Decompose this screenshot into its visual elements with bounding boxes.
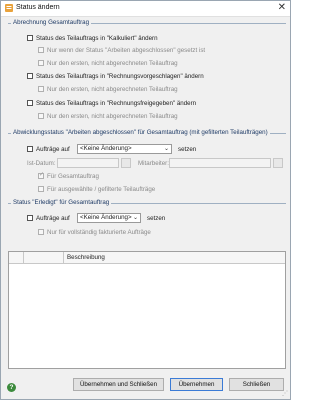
- checkbox-fuer-gesamtauftrag-label: Für Gesamtauftrag: [47, 173, 99, 180]
- setzen-label-2: setzen: [147, 215, 166, 222]
- checkbox-kalkuliert-box[interactable]: [27, 34, 33, 41]
- mitarbeiter-field[interactable]: [169, 158, 271, 168]
- checkbox-auftraege-auf-1-box[interactable]: [27, 145, 33, 152]
- setzen-label-1: setzen: [178, 146, 197, 153]
- checkbox-nur-ersten-2-label: Nur den ersten, nicht abgerechneten Teil…: [47, 86, 178, 93]
- table-header-col-2[interactable]: [23, 252, 64, 263]
- table-header-beschreibung[interactable]: Beschreibung: [67, 254, 105, 261]
- chevron-down-icon: ⌄: [163, 146, 169, 152]
- checkbox-auftraege-auf-2[interactable]: Aufträge auf: [27, 214, 70, 222]
- close-icon[interactable]: ✕: [278, 2, 286, 14]
- status-dropdown-2-value: <Keine Änderung>: [80, 214, 132, 221]
- checkbox-nur-ersten-2-box[interactable]: [38, 85, 44, 92]
- status-dropdown-1[interactable]: <Keine Änderung> ⌄: [77, 144, 172, 154]
- checkbox-rechnungsfreigegeben-label: Status des Teilauftrags in "Rechnungsfre…: [36, 100, 197, 107]
- table-header-col-1[interactable]: [9, 252, 24, 263]
- checkbox-nur-ersten-1-box[interactable]: [38, 59, 44, 66]
- help-icon[interactable]: ?: [7, 383, 16, 392]
- checkbox-rechnungsvorgeschlagen-label: Status des Teilauftrags in "Rechnungsvor…: [36, 73, 204, 80]
- checkbox-fuer-gesamtauftrag[interactable]: Für Gesamtauftrag: [38, 171, 99, 180]
- ist-datum-label: Ist-Datum:: [27, 160, 56, 167]
- status-dialog: Status ändern ✕ Abrechnung Gesamtauftrag…: [0, 0, 291, 400]
- checkbox-nur-ersten-3-box[interactable]: [38, 112, 44, 119]
- mitarbeiter-picker-icon[interactable]: [273, 158, 283, 168]
- checkbox-rechnungsvorgeschlagen[interactable]: Status des Teilauftrags in "Rechnungsvor…: [27, 72, 204, 80]
- group-erledigt-title: Status "Erledigt" für Gesamtauftrag: [11, 199, 112, 206]
- checkbox-rechnungsfreigegeben[interactable]: Status des Teilauftrags in "Rechnungsfre…: [27, 99, 197, 107]
- checkbox-auftraege-auf-2-box[interactable]: [27, 214, 33, 221]
- footer-bar: ? Übernehmen und Schließen Übernehmen Sc…: [1, 371, 290, 399]
- checkbox-nur-ersten-3-label: Nur den ersten, nicht abgerechneten Teil…: [47, 113, 178, 120]
- title-bar: Status ändern ✕: [1, 1, 290, 17]
- uebernehmen-button[interactable]: Übernehmen: [170, 378, 223, 391]
- checkbox-nur-vollstaendig[interactable]: Nur für vollständig fakturierte Aufträge: [38, 228, 151, 236]
- result-table[interactable]: Beschreibung: [8, 251, 286, 369]
- resize-grip-icon[interactable]: ⋰: [282, 390, 288, 397]
- checkbox-nur-ersten-2[interactable]: Nur den ersten, nicht abgerechneten Teil…: [38, 85, 178, 93]
- ist-datum-calendar-icon[interactable]: [121, 158, 131, 168]
- checkbox-nur-vollstaendig-label: Nur für vollständig fakturierte Aufträge: [47, 229, 151, 236]
- checkbox-nur-ersten-1-label: Nur den ersten, nicht abgerechneten Teil…: [47, 60, 178, 67]
- checkbox-fuer-ausgewaehlte[interactable]: Für ausgewählte / gefilterte Teilaufträg…: [38, 185, 156, 193]
- window-title: Status ändern: [16, 4, 60, 11]
- checkbox-auftraege-auf-2-label: Aufträge auf: [36, 215, 70, 222]
- group-erledigt: Status "Erledigt" für Gesamtauftrag: [8, 199, 286, 244]
- schliessen-button[interactable]: Schließen: [229, 378, 284, 391]
- uebernehmen-und-schliessen-button[interactable]: Übernehmen und Schließen: [73, 378, 164, 391]
- table-header: Beschreibung: [9, 252, 285, 264]
- chevron-down-icon: ⌄: [132, 215, 138, 221]
- checkbox-fuer-ausgewaehlte-box[interactable]: [38, 185, 44, 192]
- status-dropdown-2[interactable]: <Keine Änderung> ⌄: [77, 213, 141, 223]
- checkbox-nur-ersten-3[interactable]: Nur den ersten, nicht abgerechneten Teil…: [38, 112, 178, 120]
- mitarbeiter-label: Mitarbeiter:: [138, 160, 169, 167]
- group-abwicklung-title: Abwicklungsstatus "Arbeiten abgeschlosse…: [11, 129, 270, 136]
- checkbox-auftraege-auf-1[interactable]: Aufträge auf: [27, 145, 70, 153]
- status-dropdown-1-value: <Keine Änderung>: [80, 145, 132, 152]
- group-abrechnung-title: Abrechnung Gesamtauftrag: [11, 19, 92, 26]
- app-icon: [5, 4, 13, 12]
- checkbox-kalkuliert[interactable]: Status des Teilauftrags in "Kalkuliert" …: [27, 34, 158, 42]
- checkbox-rechnungsvorgeschlagen-box[interactable]: [27, 72, 33, 79]
- checkbox-fuer-ausgewaehlte-label: Für ausgewählte / gefilterte Teilaufträg…: [47, 186, 156, 193]
- checkbox-nur-vollstaendig-box[interactable]: [38, 228, 44, 235]
- checkbox-auftraege-auf-1-label: Aufträge auf: [36, 146, 70, 153]
- checkbox-rechnungsfreigegeben-box[interactable]: [27, 99, 33, 106]
- checkbox-nur-wenn-label: Nur wenn der Status "Arbeiten abgeschlos…: [47, 47, 206, 54]
- checkbox-nur-wenn-box[interactable]: [38, 46, 44, 53]
- checkbox-kalkuliert-label: Status des Teilauftrags in "Kalkuliert" …: [36, 35, 158, 42]
- checkbox-nur-ersten-1[interactable]: Nur den ersten, nicht abgerechneten Teil…: [38, 59, 178, 67]
- checkbox-nur-wenn[interactable]: Nur wenn der Status "Arbeiten abgeschlos…: [38, 46, 206, 54]
- ist-datum-field[interactable]: [57, 158, 119, 168]
- checkbox-fuer-gesamtauftrag-box[interactable]: [38, 171, 44, 179]
